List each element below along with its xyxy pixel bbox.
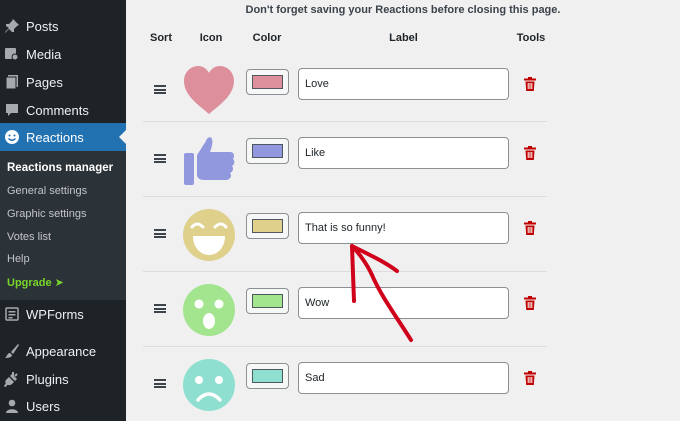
color-picker[interactable] [246, 288, 289, 314]
trash-icon[interactable] [524, 77, 536, 91]
reaction-label-input[interactable] [298, 137, 509, 169]
submenu-reactions-manager[interactable]: Reactions manager [7, 162, 113, 174]
sidebar-item-label: Reactions [26, 129, 84, 145]
color-picker[interactable] [246, 213, 289, 239]
reaction-label-input[interactable] [298, 212, 509, 244]
sidebar-item-reactions[interactable]: Reactions [0, 123, 126, 151]
trash-icon[interactable] [524, 371, 536, 385]
pages-icon [4, 74, 20, 90]
laughing-face-icon [183, 209, 235, 261]
color-picker[interactable] [246, 363, 289, 389]
drag-handle-icon[interactable] [154, 304, 166, 313]
sidebar-item-posts[interactable]: Posts [0, 12, 126, 40]
sidebar-item-wpforms[interactable]: WPForms [0, 300, 126, 328]
sidebar-item-label: Plugins [26, 371, 69, 387]
column-header-icon: Icon [199, 32, 223, 44]
plugin-icon [4, 371, 20, 387]
drag-handle-icon[interactable] [154, 379, 166, 388]
sidebar-item-pages[interactable]: Pages [0, 68, 126, 96]
table-row [126, 197, 680, 272]
table-row [126, 53, 680, 128]
submenu-graphic-settings[interactable]: Graphic settings [7, 208, 86, 220]
surprised-face-icon [183, 284, 235, 336]
trash-icon[interactable] [524, 146, 536, 160]
color-swatch [252, 144, 283, 158]
sidebar-item-label: Media [26, 46, 62, 62]
sidebar-item-comments[interactable]: Comments [0, 96, 126, 124]
column-header-color: Color [252, 32, 282, 44]
thumbs-up-icon [184, 137, 235, 185]
reactions-submenu: Reactions manager General settings Graph… [0, 151, 126, 300]
table-row [126, 272, 680, 347]
color-swatch [252, 219, 283, 233]
media-icon [4, 46, 20, 62]
submenu-upgrade[interactable]: Upgrade ➤ [7, 276, 64, 289]
reaction-label-input[interactable] [298, 68, 509, 100]
sidebar-item-label: Users [26, 398, 60, 414]
column-header-label: Label [389, 32, 418, 44]
drag-handle-icon[interactable] [154, 229, 166, 238]
trash-icon[interactable] [524, 221, 536, 235]
color-swatch [252, 75, 283, 89]
admin-sidebar: Posts Media Pages Comments Reactions Rea… [0, 0, 126, 421]
color-picker[interactable] [246, 138, 289, 164]
sidebar-item-label: Appearance [26, 343, 97, 359]
drag-handle-icon[interactable] [154, 85, 166, 94]
column-header-tools: Tools [516, 32, 546, 44]
reaction-label-input[interactable] [298, 362, 509, 394]
sidebar-item-media[interactable]: Media [0, 40, 126, 68]
sidebar-item-appearance[interactable]: Appearance [0, 337, 126, 365]
table-row [126, 347, 680, 421]
heart-icon [184, 66, 234, 114]
submenu-general-settings[interactable]: General settings [7, 185, 87, 197]
sad-face-icon [183, 359, 235, 411]
color-swatch [252, 369, 283, 383]
reaction-label-input[interactable] [298, 287, 509, 319]
drag-handle-icon[interactable] [154, 154, 166, 163]
sidebar-item-label: Posts [26, 18, 59, 34]
sidebar-item-label: WPForms [26, 306, 84, 322]
sidebar-item-label: Comments [26, 102, 89, 118]
comment-icon [4, 102, 20, 118]
color-picker[interactable] [246, 69, 289, 95]
trash-icon[interactable] [524, 296, 536, 310]
user-icon [4, 398, 20, 414]
color-swatch [252, 294, 283, 308]
sidebar-item-users[interactable]: Users [0, 392, 126, 420]
smiley-icon [4, 129, 20, 145]
wpforms-icon [4, 306, 20, 322]
pushpin-icon [4, 18, 20, 34]
sidebar-item-label: Pages [26, 74, 63, 90]
brush-icon [4, 343, 20, 359]
column-header-sort: Sort [150, 32, 172, 44]
table-row [126, 122, 680, 197]
submenu-votes-list[interactable]: Votes list [7, 231, 51, 243]
sidebar-item-plugins[interactable]: Plugins [0, 365, 126, 393]
save-reminder-notice: Don't forget saving your Reactions befor… [245, 4, 561, 16]
submenu-help[interactable]: Help [7, 253, 30, 265]
